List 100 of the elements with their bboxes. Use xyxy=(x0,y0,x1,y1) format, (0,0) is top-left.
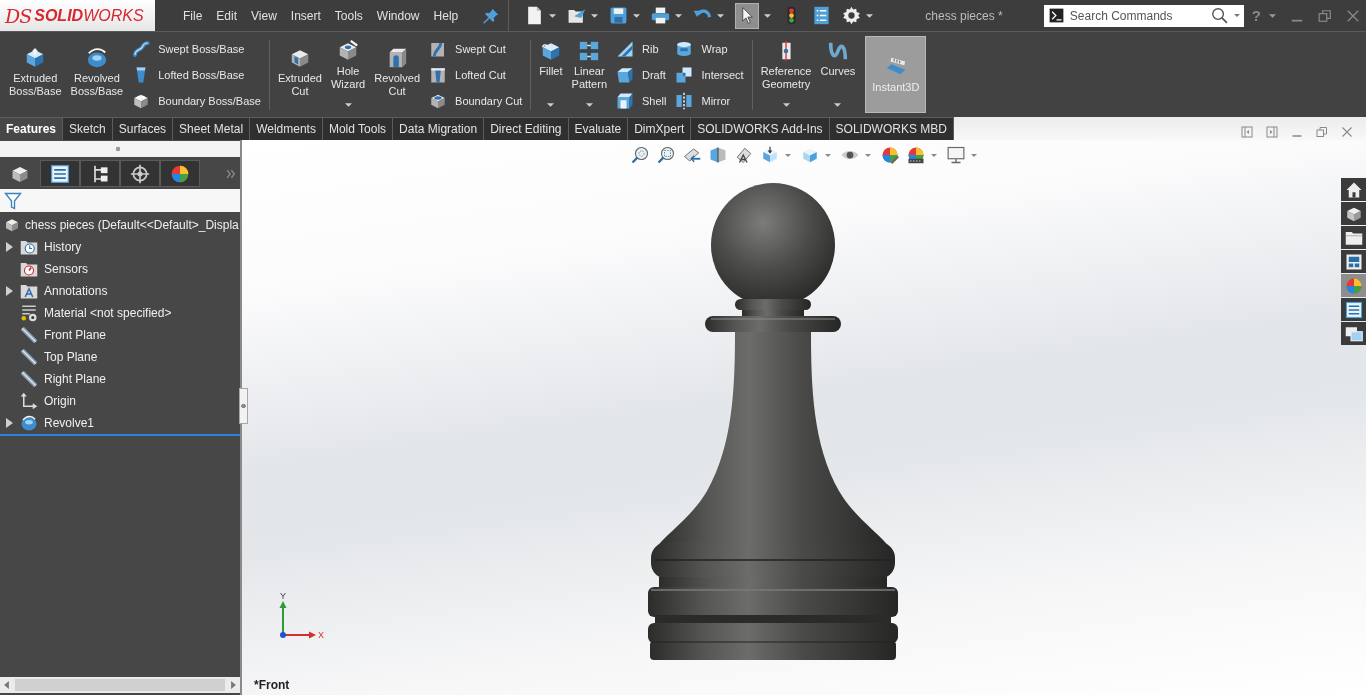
tool-button[interactable]: Boundary Cut xyxy=(429,88,523,114)
caret-icon[interactable] xyxy=(931,153,937,157)
filter-field[interactable] xyxy=(0,189,240,212)
task-pane-tab[interactable] xyxy=(1341,250,1366,273)
tool-button[interactable]: Curves xyxy=(817,34,859,100)
caret-icon[interactable] xyxy=(547,103,555,107)
tool-button[interactable]: Extruded Cut xyxy=(274,34,325,114)
tree-item[interactable]: Front Plane xyxy=(20,326,107,344)
tab[interactable]: SOLIDWORKS MBD xyxy=(829,117,954,140)
caret-icon[interactable] xyxy=(971,153,977,157)
tree-item[interactable]: chess pieces (Default<<Default>_Displa xyxy=(4,217,239,233)
caret-icon[interactable] xyxy=(785,153,791,157)
tool-button[interactable]: Draft xyxy=(616,62,667,88)
search-icon[interactable] xyxy=(1210,7,1228,24)
panel-tab[interactable] xyxy=(120,160,160,187)
section-view-icon[interactable] xyxy=(709,146,727,164)
tool-button[interactable]: Wrap xyxy=(675,36,744,62)
caret-icon[interactable] xyxy=(825,153,831,157)
horizontal-scrollbar[interactable] xyxy=(0,677,240,693)
command-prompt-icon[interactable] xyxy=(1048,8,1064,23)
menu-item[interactable]: Edit xyxy=(209,6,245,25)
tool-button[interactable]: Reference Geometry xyxy=(757,34,815,100)
tool-button[interactable]: Extruded Boss/Base xyxy=(6,34,65,114)
tool-button[interactable]: Shell xyxy=(616,88,667,114)
tool-button[interactable]: Revolved Cut xyxy=(371,34,424,114)
caret-icon[interactable] xyxy=(717,13,725,18)
printer-icon[interactable] xyxy=(651,6,671,25)
graphics-area[interactable]: Y X *Front xyxy=(242,140,1366,695)
caret-icon[interactable] xyxy=(834,103,842,107)
search-input[interactable]: Search Commands xyxy=(1069,6,1205,25)
list-icon[interactable] xyxy=(812,6,832,25)
tool-button[interactable]: Revolved Boss/Base xyxy=(67,34,127,114)
tab[interactable]: SOLIDWORKS Add-Ins xyxy=(691,117,830,140)
scene-ball-icon[interactable] xyxy=(907,146,925,164)
caret-icon[interactable] xyxy=(866,13,874,18)
tree-item[interactable]: Revolve1 xyxy=(20,414,95,432)
expand-arrow-icon[interactable] xyxy=(6,418,13,428)
restore-icon[interactable] xyxy=(1318,8,1332,23)
monitor-icon[interactable] xyxy=(947,146,965,164)
zoom-fit-icon[interactable] xyxy=(631,146,649,164)
tool-button[interactable]: Lofted Boss/Base xyxy=(132,62,261,88)
caret-icon[interactable] xyxy=(633,13,641,18)
tab[interactable]: Surfaces xyxy=(112,117,174,140)
caret-icon[interactable] xyxy=(585,103,593,107)
tile-right-icon[interactable] xyxy=(1266,126,1278,138)
caret-icon[interactable] xyxy=(591,13,599,18)
caret-icon[interactable] xyxy=(344,103,352,107)
view-orientation-icon[interactable] xyxy=(761,146,779,164)
caret-icon[interactable] xyxy=(1233,14,1240,17)
restore-icon[interactable] xyxy=(1316,126,1328,138)
expand-arrow-icon[interactable] xyxy=(6,286,13,296)
annotation-view-icon[interactable] xyxy=(735,146,753,164)
task-pane-tab[interactable] xyxy=(1341,226,1366,249)
tool-button[interactable]: Swept Cut xyxy=(429,36,523,62)
search-field[interactable]: Search Commands xyxy=(1043,4,1244,27)
double-chevron-icon[interactable] xyxy=(226,167,236,180)
tab[interactable]: Evaluate xyxy=(568,117,629,140)
caret-icon[interactable] xyxy=(782,103,790,107)
expand-arrow-icon[interactable] xyxy=(6,242,13,252)
tree-item[interactable]: Right Plane xyxy=(20,370,107,388)
menu-item[interactable]: Window xyxy=(369,6,427,25)
caret-icon[interactable] xyxy=(549,13,557,18)
tree-item[interactable]: History xyxy=(20,238,82,256)
shaded-cube-icon[interactable] xyxy=(801,146,819,164)
caret-icon[interactable] xyxy=(1269,13,1276,18)
scroll-right-icon[interactable] xyxy=(231,681,236,689)
menu-item[interactable]: View xyxy=(244,6,284,25)
panel-tab[interactable] xyxy=(80,160,120,187)
tab[interactable]: DimXpert xyxy=(628,117,692,140)
zoom-area-icon[interactable] xyxy=(657,146,675,164)
close-icon[interactable] xyxy=(1341,126,1353,138)
tab[interactable]: Weldments xyxy=(250,117,323,140)
scrollbar-thumb[interactable] xyxy=(15,679,225,691)
tool-button[interactable]: Mirror xyxy=(675,88,744,114)
panel-tab[interactable] xyxy=(40,160,80,187)
task-pane-tab[interactable] xyxy=(1341,178,1366,201)
tool-button[interactable]: Hole Wizard xyxy=(327,34,369,100)
tool-button[interactable]: Lofted Cut xyxy=(429,62,523,88)
tab[interactable]: Data Migration xyxy=(393,117,485,140)
tree-item[interactable]: Material <not specified> xyxy=(20,304,172,322)
tab[interactable]: Mold Tools xyxy=(322,117,394,140)
tree-item[interactable]: Top Plane xyxy=(20,348,98,366)
caret-icon[interactable] xyxy=(865,153,871,157)
tool-button[interactable]: Fillet xyxy=(536,34,566,100)
tree-item[interactable]: Annotations xyxy=(20,282,108,300)
task-pane-tab[interactable] xyxy=(1341,202,1366,225)
menu-item[interactable]: Tools xyxy=(327,6,370,25)
scroll-left-icon[interactable] xyxy=(4,681,9,689)
menu-item[interactable]: Help xyxy=(426,6,466,25)
tab[interactable]: Sketch xyxy=(63,117,113,140)
pushpin-icon[interactable] xyxy=(483,7,500,24)
splitter-handle[interactable] xyxy=(239,388,248,424)
tool-button[interactable]: Rib xyxy=(616,36,667,62)
tree-item[interactable]: Origin xyxy=(20,392,76,410)
previous-view-icon[interactable] xyxy=(683,146,701,164)
tree-item[interactable]: Sensors xyxy=(20,260,89,278)
task-pane-tab[interactable] xyxy=(1341,298,1366,321)
task-pane-tab[interactable] xyxy=(1341,322,1366,345)
toolbar-button[interactable] xyxy=(735,2,760,29)
filter-icon[interactable] xyxy=(4,191,22,210)
